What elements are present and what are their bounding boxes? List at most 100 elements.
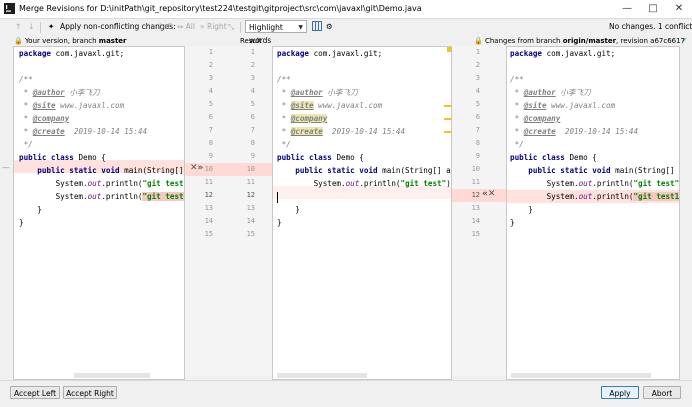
line-number: 14: [471, 217, 480, 225]
abort-button[interactable]: Abort: [643, 386, 681, 399]
minimize-button[interactable]: —: [614, 0, 640, 18]
line-number: 13: [204, 204, 213, 212]
code-token: main(String[] args) {: [615, 166, 675, 175]
chevron-down-icon: ▼: [298, 24, 303, 31]
code-token: public static void: [295, 166, 378, 175]
intellij-app-icon: [4, 3, 15, 14]
toolbar-separator: [40, 22, 41, 33]
toolbar-separator: [240, 22, 241, 33]
code-token: @create: [32, 127, 65, 136]
accept-right-arrows-icon[interactable]: «✕: [482, 188, 495, 201]
code-token: *: [277, 88, 291, 97]
line-number: 5: [475, 100, 480, 108]
code-token: *: [19, 88, 33, 97]
line-number: 8: [208, 139, 213, 147]
accept-right-button[interactable]: Accept Right: [63, 386, 117, 399]
code-token: @author: [290, 88, 323, 97]
code-token: }: [277, 218, 282, 227]
next-change-arrow-icon[interactable]: ↓: [28, 21, 34, 33]
code-token: }: [510, 218, 515, 227]
settings-gear-icon[interactable]: ⚙: [326, 21, 333, 33]
left-pane-header: 🔒 Your version, branch master: [14, 36, 127, 46]
line-number: 3: [475, 74, 480, 82]
line-number: 3: [250, 74, 255, 82]
code-token: *: [19, 101, 33, 110]
apply-left-label: Left: [158, 22, 174, 31]
apply-right-button[interactable]: » Right: [200, 21, 227, 33]
merge-status-text: No changes. 1 conflict: [609, 22, 692, 31]
line-number: 5: [208, 100, 213, 108]
code-token: }: [37, 205, 42, 214]
line-number: 2: [250, 61, 255, 69]
code-token: }: [528, 205, 533, 214]
code-token: "git test": [633, 179, 680, 188]
horizontal-scrollbar[interactable]: [74, 373, 150, 378]
code-token: 2019-10-14 15:44: [322, 127, 406, 136]
text-caret: [277, 191, 278, 203]
left-editor[interactable]: package com.javaxl.git; /** * @author 小李…: [13, 46, 185, 380]
line-number: 4: [475, 87, 480, 95]
columns-icon[interactable]: [312, 21, 322, 33]
line-number: 1: [208, 48, 213, 56]
prev-change-arrow-icon[interactable]: ↑: [15, 21, 21, 33]
horizontal-scrollbar[interactable]: [277, 373, 367, 378]
code-line: */: [19, 140, 33, 149]
code-token: *: [510, 127, 524, 136]
apply-button[interactable]: Apply: [601, 386, 639, 399]
code-token: com.javaxl.git;: [542, 49, 616, 58]
close-window-button[interactable]: ✕: [666, 0, 692, 18]
code-token: @create: [290, 127, 323, 136]
left-code: package com.javaxl.git; /** * @author 小李…: [19, 47, 184, 227]
code-token: System.: [313, 179, 346, 188]
line-number: 2: [475, 61, 480, 69]
code-line: /**: [277, 75, 291, 84]
accept-left-arrows-icon[interactable]: ✕»: [190, 162, 203, 175]
maximize-button[interactable]: □: [640, 0, 666, 18]
apply-all-label: All: [185, 22, 195, 31]
code-token: public class: [19, 153, 74, 162]
line-number: 5: [250, 100, 255, 108]
code-token: @site: [523, 101, 547, 110]
code-token: .println(: [592, 179, 634, 188]
code-line: */: [510, 140, 524, 149]
code-token: "git test": [400, 179, 447, 188]
code-token: 小李飞刀: [555, 88, 591, 97]
code-token: @author: [32, 88, 65, 97]
line-number: 11: [246, 178, 255, 186]
change-marker: [444, 131, 452, 133]
line-number: 7: [208, 126, 213, 134]
result-pane-header: Result: [240, 37, 262, 45]
apply-right-label: Right: [206, 22, 227, 31]
line-number: 12: [204, 191, 213, 199]
gutter-dash-icon: —: [2, 163, 10, 172]
accept-left-button[interactable]: Accept Left: [10, 386, 60, 399]
right-editor[interactable]: package com.javaxl.git; /** * @author 小李…: [506, 46, 680, 380]
code-token: );: [679, 179, 680, 188]
code-token: System.: [55, 192, 88, 201]
left-result-gutter: 1 1 2 2 3 3 4 4 5 5 6 6 7 7 8 8 9 9 10 10 11 11 12 12 13 13 14 14 15…: [185, 46, 272, 376]
line-number: 13: [471, 204, 480, 212]
apply-all-button[interactable]: ⇔ All: [177, 21, 195, 33]
title-bar: Merge Revisions for D:\initPath\git_repo…: [0, 0, 692, 19]
code-line: */: [277, 140, 291, 149]
change-marker: [444, 105, 452, 107]
code-token: out: [87, 192, 102, 201]
line-number: 13: [246, 204, 255, 212]
magic-wand-icon: ✦: [48, 22, 55, 31]
apply-left-button[interactable]: « Left: [152, 21, 173, 33]
code-token: "git test2": [142, 192, 184, 201]
bottom-bar: Accept Left Accept Right Apply Abort: [0, 380, 692, 407]
window-title: Merge Revisions for D:\initPath\git_repo…: [19, 4, 422, 13]
line-number: 6: [475, 113, 480, 121]
horizontal-scrollbar[interactable]: [511, 373, 651, 378]
code-token: @author: [523, 88, 556, 97]
code-token: .println(: [359, 179, 401, 188]
highlight-words-select[interactable]: Highlight words ▼: [245, 20, 307, 45]
collapse-icon[interactable]: ⤡: [228, 21, 234, 33]
result-editor[interactable]: package com.javaxl.git; /** * @author 小李…: [272, 46, 452, 380]
code-token: package: [19, 49, 52, 58]
code-token: }: [19, 218, 24, 227]
line-number: 4: [250, 87, 255, 95]
line-number: 1: [250, 48, 255, 56]
line-number: 10: [246, 165, 255, 173]
